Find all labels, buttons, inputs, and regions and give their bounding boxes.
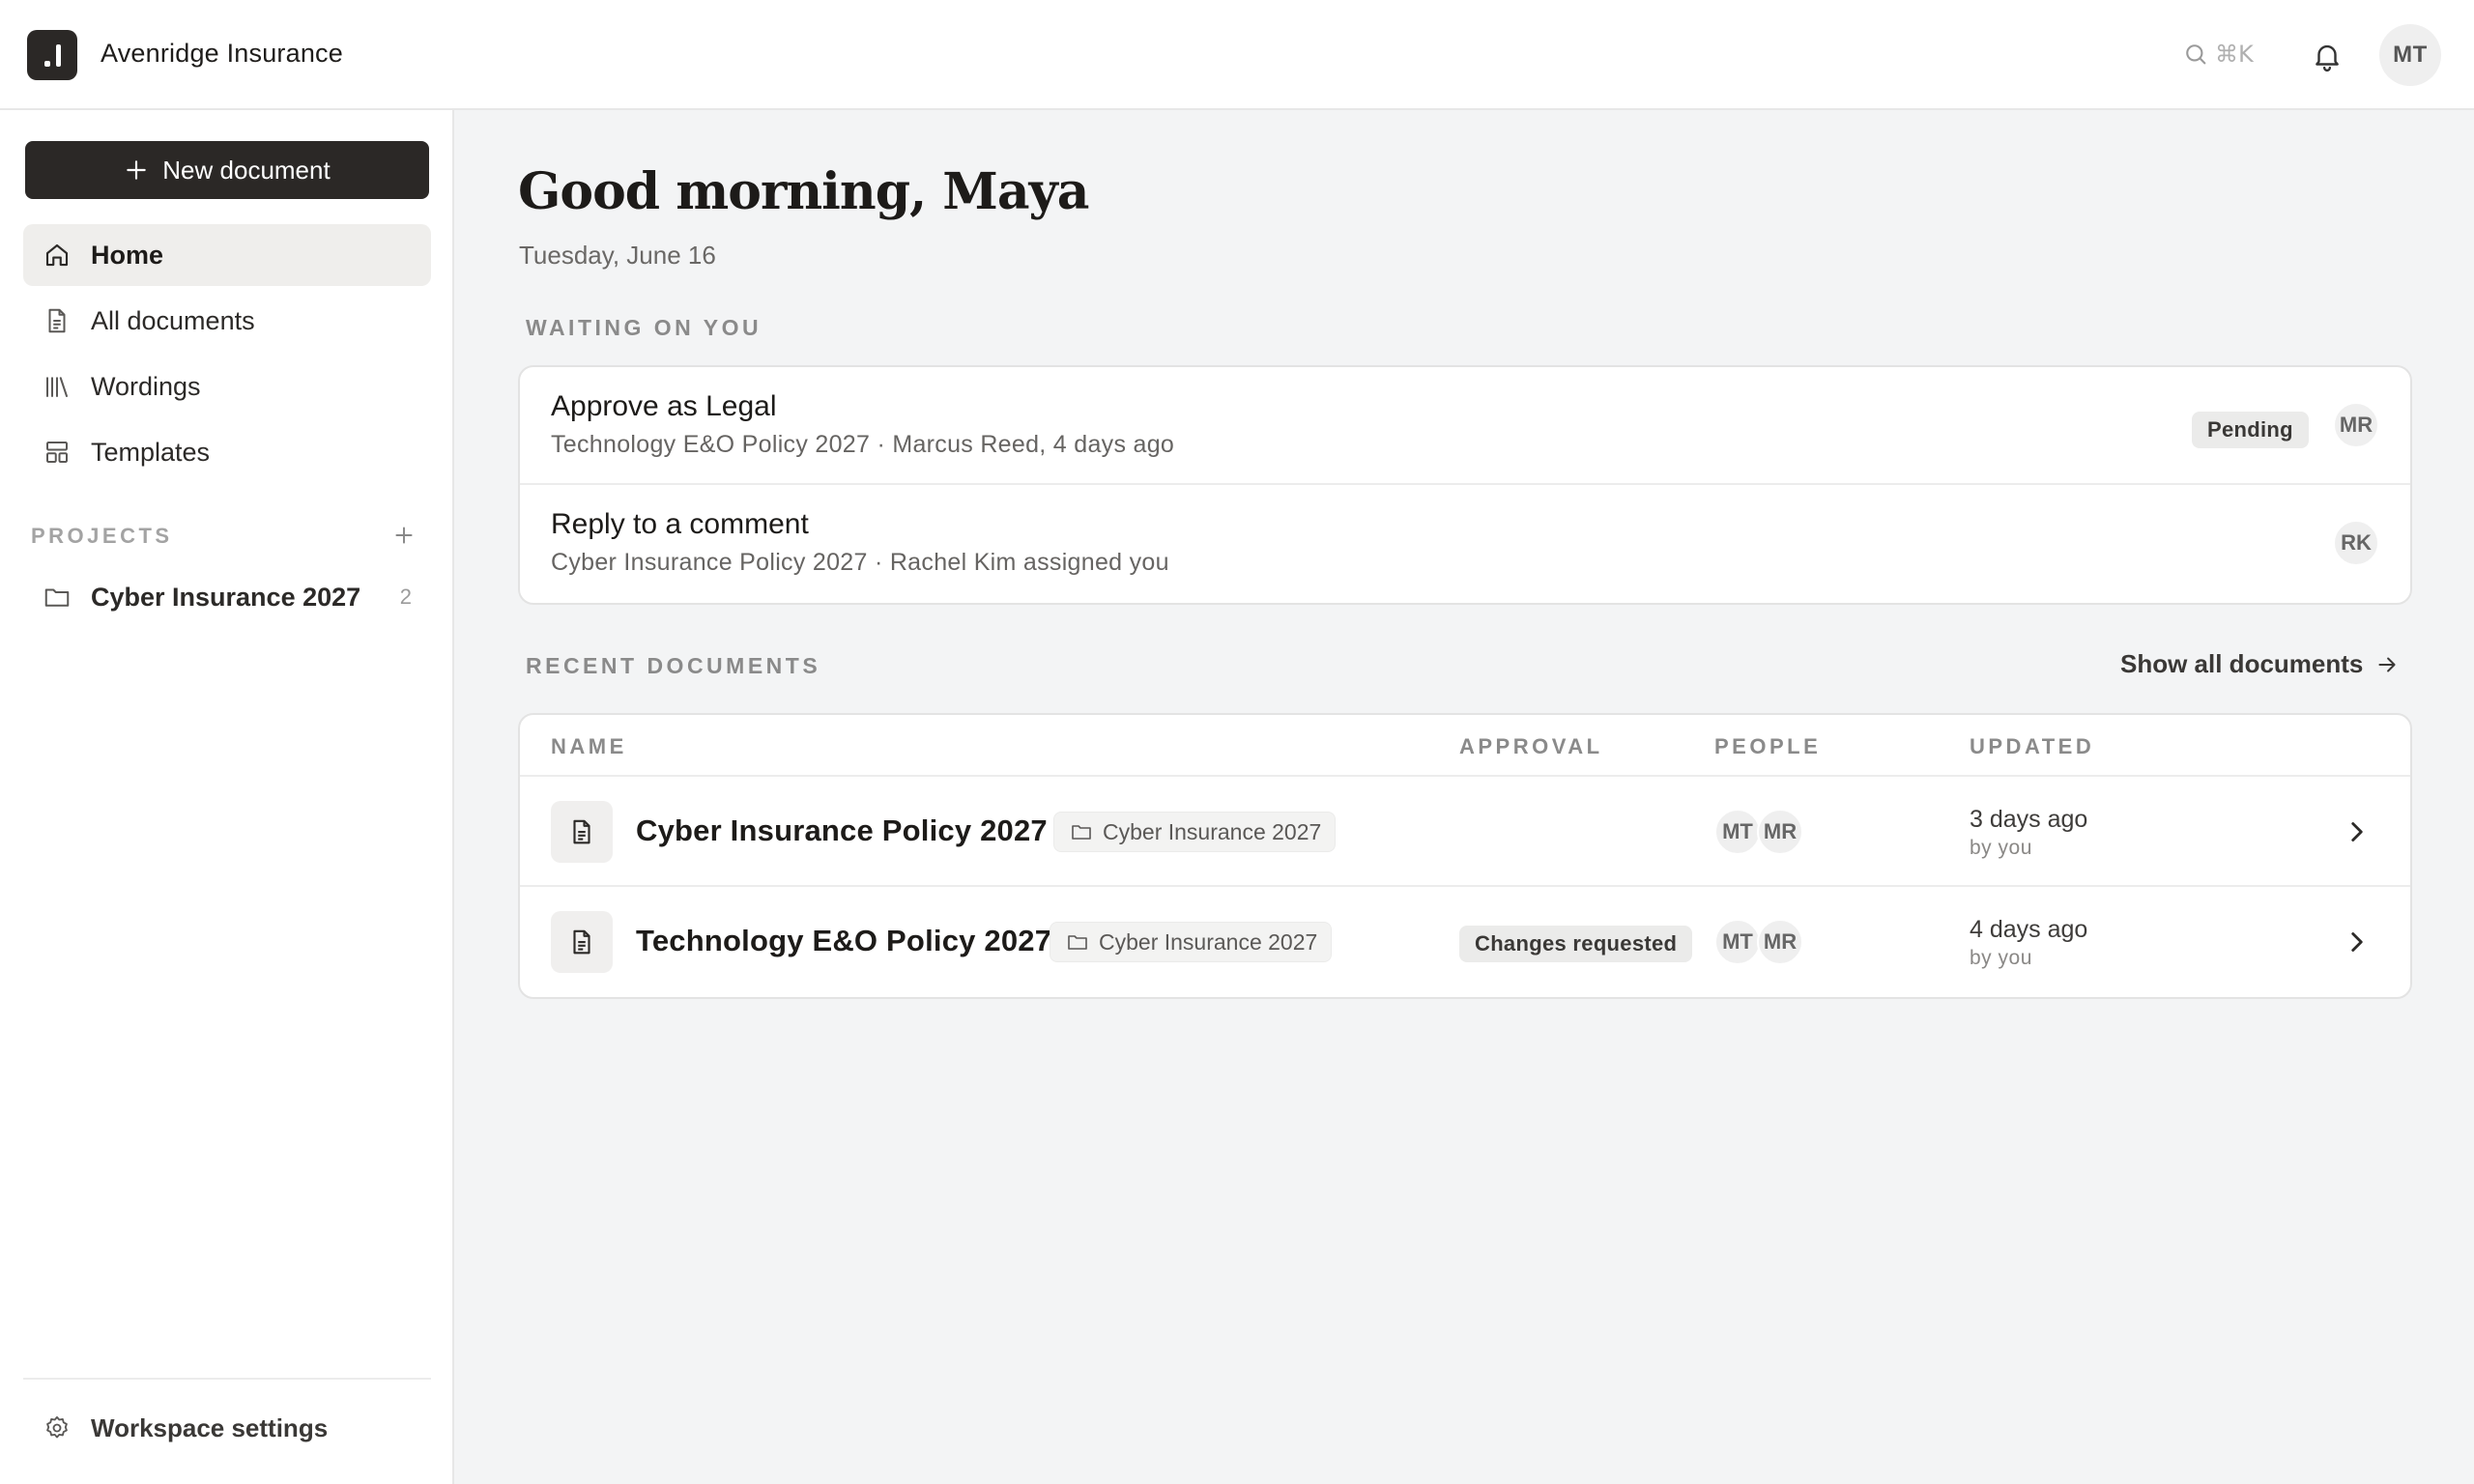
status-badge: Pending [2192,412,2309,448]
library-icon [46,377,68,397]
new-document-button[interactable]: New document [25,141,429,199]
task-row[interactable]: Approve as Legal Technology E&O Policy 2… [520,367,2410,485]
folder-icon [1068,935,1087,950]
sidebar-item-templates[interactable]: Templates [23,421,431,483]
new-document-label: New document [162,155,331,185]
task-subtitle: Technology E&O Policy 2027 · Marcus Reed… [551,431,1175,458]
chevron-right-icon [2351,932,2363,952]
search-shortcut: ⌘K [2215,41,2254,68]
waiting-tasks-card: Approve as Legal Technology E&O Policy 2… [518,365,2412,605]
sidebar-item-label: All documents [91,305,255,335]
waiting-section-label: WAITING ON YOU [526,315,762,340]
column-header-updated[interactable]: UPDATED [1970,734,2094,759]
gear-icon [46,1415,68,1439]
sidebar-item-all-documents[interactable]: All documents [23,290,431,352]
projects-section-label: PROJECTS [31,524,173,548]
table-row[interactable]: Cyber Insurance Policy 2027 Cyber Insura… [520,777,2410,887]
task-row[interactable]: Reply to a comment Cyber Insurance Polic… [520,485,2410,603]
workspace-settings-link[interactable]: Workspace settings [23,1399,431,1457]
recent-documents-table: NAME APPROVAL PEOPLE UPDATED Cyber Insur… [518,713,2412,999]
workspace-settings-label: Workspace settings [91,1413,329,1442]
plus-icon [127,160,147,180]
sidebar-item-wordings[interactable]: Wordings [23,356,431,417]
project-tag-label: Cyber Insurance 2027 [1103,818,1322,844]
show-all-documents-link[interactable]: Show all documents [2120,649,2400,679]
task-title: Reply to a comment [551,508,809,540]
plus-icon [395,527,413,544]
project-tag[interactable]: Cyber Insurance 2027 [1050,922,1333,962]
current-date: Tuesday, June 16 [519,241,716,270]
document-icon [551,911,613,973]
open-row-button[interactable] [2341,815,2373,848]
home-icon [45,243,69,267]
avatar: MT [1714,809,1761,855]
sidebar: New document Home All documents Wordings… [0,110,454,1484]
sidebar-item-label: Home [91,240,164,270]
brand-logo-icon[interactable] [27,30,77,80]
top-bar: Avenridge Insurance ⌘K MT [0,0,2474,110]
folder-icon [1072,825,1091,840]
table-row[interactable]: Technology E&O Policy 2027 Cyber Insuran… [520,887,2410,997]
avatar: MR [1757,919,1803,965]
task-title: Approve as Legal [551,390,777,422]
document-name[interactable]: Cyber Insurance Policy 2027 [636,813,1048,848]
page-title: Good morning, Maya [518,162,1089,221]
bell-icon [2316,44,2339,72]
project-count: 2 [399,585,412,609]
avatar: RK [2333,520,2379,566]
project-label: Cyber Insurance 2027 [91,582,361,612]
document-icon [551,801,613,863]
open-row-button[interactable] [2341,926,2373,958]
project-tag-label: Cyber Insurance 2027 [1099,928,1318,955]
show-all-label: Show all documents [2120,649,2364,678]
arrow-right-icon [2378,657,2396,671]
search-icon [2186,44,2206,65]
avatar: MR [1757,809,1803,855]
chevron-right-icon [2351,822,2363,842]
approval-badge: Changes requested [1459,926,1693,962]
project-tag[interactable]: Cyber Insurance 2027 [1053,812,1337,852]
org-name: Avenridge Insurance [101,39,343,68]
notifications-button[interactable] [2308,37,2346,75]
column-header-people[interactable]: PEOPLE [1714,734,1821,759]
updated-time: 4 days ago [1970,916,2088,943]
sidebar-item-label: Templates [91,437,211,467]
updated-by: by you [1970,837,2032,859]
sidebar-item-home[interactable]: Home [23,224,431,286]
sidebar-project-cyber-insurance-2027[interactable]: Cyber Insurance 2027 2 [23,568,431,626]
folder-icon [44,588,70,607]
task-subtitle: Cyber Insurance Policy 2027 · Rachel Kim… [551,549,1169,576]
column-header-approval[interactable]: APPROVAL [1459,734,1603,759]
document-icon [48,308,66,333]
avatar: MR [2333,402,2379,448]
add-project-button[interactable] [387,518,421,553]
table-header: NAME APPROVAL PEOPLE UPDATED [520,715,2410,777]
sidebar-item-label: Wordings [91,371,201,401]
column-header-name[interactable]: NAME [551,734,627,759]
user-avatar[interactable]: MT [2379,24,2441,86]
search-button[interactable]: ⌘K [2182,37,2254,71]
avatar: MT [1714,919,1761,965]
document-name[interactable]: Technology E&O Policy 2027 [636,924,1051,958]
updated-by: by you [1970,947,2032,969]
updated-time: 3 days ago [1970,806,2088,833]
sidebar-divider [23,1378,431,1380]
recent-documents-label: RECENT DOCUMENTS [526,653,821,678]
template-icon [46,442,68,463]
